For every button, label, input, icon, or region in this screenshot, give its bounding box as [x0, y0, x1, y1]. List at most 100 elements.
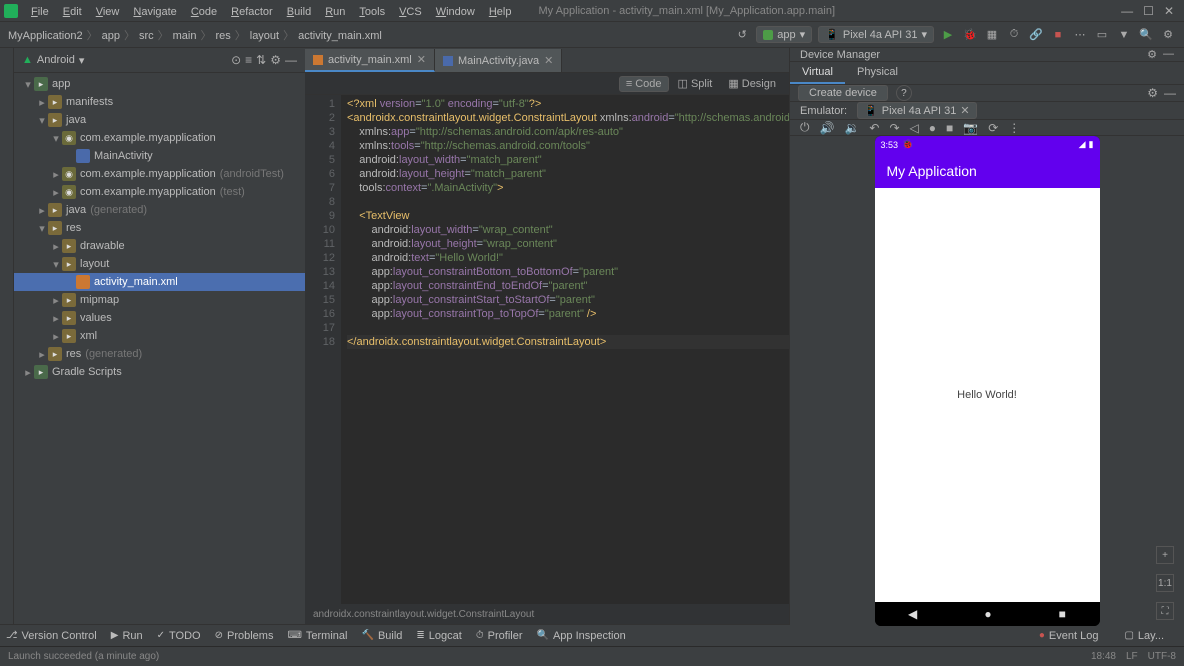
run-icon[interactable]: ▶: [940, 27, 956, 43]
home-icon[interactable]: ●: [929, 121, 936, 135]
record-icon[interactable]: ⟳: [988, 121, 998, 135]
zoom-in-button[interactable]: +: [1156, 546, 1174, 564]
menu-view[interactable]: View: [89, 6, 127, 18]
crumb[interactable]: MyApplication2: [8, 30, 83, 42]
tree-node[interactable]: ▾▸app: [14, 75, 305, 93]
project-view-selector[interactable]: ▲ Android ▾: [22, 54, 84, 67]
tree-node[interactable]: activity_main.xml: [14, 273, 305, 291]
menu-help[interactable]: Help: [482, 6, 519, 18]
tree-node[interactable]: ▸▸res(generated): [14, 345, 305, 363]
tree-node[interactable]: ▾◉com.example.myapplication: [14, 129, 305, 147]
volume-up-icon[interactable]: 🔊: [820, 121, 835, 135]
create-device-button[interactable]: Create device: [798, 85, 888, 101]
zoom-reset-button[interactable]: 1:1: [1156, 574, 1174, 592]
menu-window[interactable]: Window: [429, 6, 482, 18]
help-icon[interactable]: ?: [896, 85, 912, 101]
collapse-icon[interactable]: ≡: [245, 53, 252, 67]
tree-node[interactable]: ▸▸xml: [14, 327, 305, 345]
zoom-fit-button[interactable]: ⛶: [1156, 602, 1174, 620]
crumb[interactable]: src: [139, 30, 154, 42]
tool-build[interactable]: 🔨Build: [361, 630, 402, 642]
caret-position[interactable]: 18:48: [1091, 651, 1116, 662]
sync-icon[interactable]: ↺: [734, 27, 750, 43]
maximize-icon[interactable]: ☐: [1143, 4, 1154, 18]
menu-build[interactable]: Build: [280, 6, 318, 18]
crumb[interactable]: res: [215, 30, 230, 42]
device-tab-virtual[interactable]: Virtual: [790, 62, 845, 84]
device-selector[interactable]: 📱 Pixel 4a API 31 ▾: [818, 26, 934, 43]
tree-node[interactable]: ▸▸java(generated): [14, 201, 305, 219]
tree-node[interactable]: ▾▸res: [14, 219, 305, 237]
expand-icon[interactable]: ⇅: [256, 53, 266, 67]
nav-overview-icon[interactable]: ■: [1059, 607, 1066, 621]
tree-node[interactable]: ▸▸Gradle Scripts: [14, 363, 305, 381]
rotate-left-icon[interactable]: ↶: [869, 121, 879, 135]
tool-terminal[interactable]: ⌨Terminal: [287, 630, 347, 642]
editor-tab[interactable]: activity_main.xml✕: [305, 49, 435, 72]
menu-refactor[interactable]: Refactor: [224, 6, 280, 18]
rotate-right-icon[interactable]: ↷: [889, 121, 899, 135]
overview-icon[interactable]: ■: [946, 121, 953, 135]
crumb[interactable]: activity_main.xml: [298, 30, 382, 42]
tree-node[interactable]: ▸▸manifests: [14, 93, 305, 111]
nav-home-icon[interactable]: ●: [984, 607, 991, 621]
editor-breadcrumb[interactable]: androidx.constraintlayout.widget.Constra…: [305, 604, 789, 624]
project-tree[interactable]: ▾▸app▸▸manifests▾▸java▾◉com.example.myap…: [14, 73, 305, 624]
tree-node[interactable]: ▾▸java: [14, 111, 305, 129]
volume-down-icon[interactable]: 🔉: [844, 121, 859, 135]
debug-icon[interactable]: 🐞: [962, 27, 978, 43]
tool-run[interactable]: ▶Run: [111, 630, 143, 642]
code-editor[interactable]: 123456789101112131415161718 <?xml versio…: [305, 95, 789, 604]
screenshot-icon[interactable]: 📷: [963, 121, 978, 135]
more-icon[interactable]: ⋯: [1072, 27, 1088, 43]
close-icon[interactable]: ✕: [960, 104, 969, 117]
tool-app-inspection[interactable]: 🔍App Inspection: [536, 630, 625, 642]
menu-file[interactable]: File: [24, 6, 56, 18]
nav-back-icon[interactable]: ◀: [908, 607, 917, 621]
layout-inspector-button[interactable]: ▢Lay...: [1124, 630, 1164, 642]
close-icon[interactable]: ✕: [1164, 4, 1174, 18]
tool-logcat[interactable]: ≣Logcat: [416, 630, 461, 642]
gear-icon[interactable]: ⚙: [270, 53, 281, 67]
design-view-button[interactable]: ▦Design: [721, 75, 783, 92]
device-tab-physical[interactable]: Physical: [845, 62, 910, 84]
event-log-button[interactable]: ●Event Log: [1039, 630, 1099, 642]
power-icon[interactable]: ⏻: [800, 120, 810, 135]
gear-icon[interactable]: ⚙: [1147, 48, 1157, 61]
tool-profiler[interactable]: ⏱Profiler: [476, 630, 523, 642]
editor-tab[interactable]: MainActivity.java✕: [435, 49, 562, 72]
tree-node[interactable]: ▸▸mipmap: [14, 291, 305, 309]
crumb[interactable]: app: [102, 30, 120, 42]
stop-icon[interactable]: ■: [1050, 27, 1066, 43]
split-view-button[interactable]: ◫Split: [671, 75, 720, 92]
emulator-chip[interactable]: 📱 Pixel 4a API 31 ✕: [857, 102, 977, 119]
run-config-selector[interactable]: app ▾: [756, 26, 812, 43]
tool-version-control[interactable]: ⎇Version Control: [6, 630, 97, 642]
crumb[interactable]: layout: [250, 30, 279, 42]
tree-node[interactable]: ▸◉com.example.myapplication(androidTest): [14, 165, 305, 183]
tree-node[interactable]: ▸◉com.example.myapplication(test): [14, 183, 305, 201]
hide-icon[interactable]: —: [1163, 48, 1174, 61]
menu-tools[interactable]: Tools: [352, 6, 392, 18]
coverage-icon[interactable]: ▦: [984, 27, 1000, 43]
tree-node[interactable]: ▸▸values: [14, 309, 305, 327]
more-icon[interactable]: ⋮: [1008, 121, 1020, 135]
menu-vcs[interactable]: VCS: [392, 6, 429, 18]
file-encoding[interactable]: UTF-8: [1148, 651, 1176, 662]
menu-code[interactable]: Code: [184, 6, 224, 18]
gear-icon[interactable]: ⚙: [1147, 86, 1158, 100]
search-icon[interactable]: 🔍: [1138, 27, 1154, 43]
target-icon[interactable]: ⊙: [231, 53, 241, 67]
hide-icon[interactable]: —: [285, 53, 297, 67]
back-icon[interactable]: ◁: [910, 121, 919, 135]
tree-node[interactable]: ▸▸drawable: [14, 237, 305, 255]
menu-navigate[interactable]: Navigate: [126, 6, 183, 18]
menu-edit[interactable]: Edit: [56, 6, 89, 18]
sdk-icon[interactable]: ▼: [1116, 27, 1132, 43]
tree-node[interactable]: MainActivity: [14, 147, 305, 165]
tool-todo[interactable]: ✓TODO: [157, 630, 201, 642]
line-ending[interactable]: LF: [1126, 651, 1138, 662]
code-view-button[interactable]: ≡Code: [619, 76, 669, 92]
menu-run[interactable]: Run: [318, 6, 352, 18]
attach-icon[interactable]: 🔗: [1028, 27, 1044, 43]
